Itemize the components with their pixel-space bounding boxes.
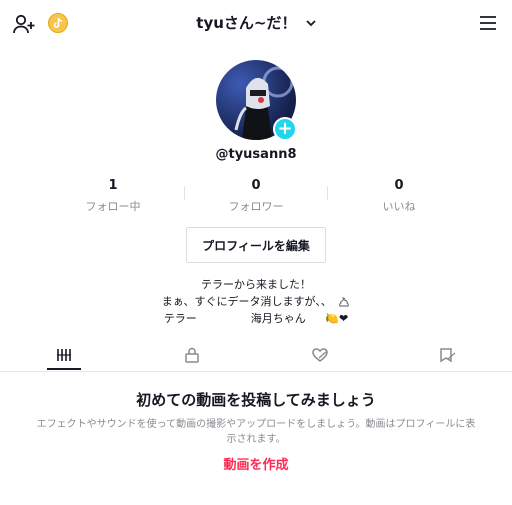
stat-divider [327,186,328,200]
edit-profile-button[interactable]: プロフィールを編集 [186,227,326,263]
menu-icon[interactable] [478,14,498,32]
stat-followers-count: 0 [251,178,261,193]
bio-line-3-a: テラー [163,312,197,325]
lock-icon [185,347,199,363]
stat-followers[interactable]: 0 フォロワー [186,178,326,214]
stat-following[interactable]: 1 フォロー中 [43,178,183,214]
stat-likes-label: いいね [382,200,416,213]
account-name: tyuさん~だ！ [196,14,297,32]
account-switcher[interactable]: tyuさん~だ！ [0,12,512,33]
chevron-down-icon [306,20,316,27]
stat-followers-label: フォロワー [228,200,284,213]
bookmark-icon [440,348,456,363]
stat-likes[interactable]: 0 いいね [329,178,469,214]
stat-likes-count: 0 [394,178,404,193]
add-avatar-button[interactable]: + [273,117,297,141]
tab-divider [0,371,512,372]
tab-saved[interactable] [431,343,465,367]
bio-line-2: まぁ、すぐにデータ消しますが、、 [0,293,512,310]
tab-active-indicator [47,368,81,370]
liked-hidden-icon [312,348,328,362]
empty-state-description: エフェクトやサウンドを使って動画の撮影やアップロードをしましょう。動画はプロフィ… [36,419,476,445]
tab-liked[interactable] [303,343,337,367]
create-video-link[interactable]: 動画を作成 [0,454,512,473]
stat-following-count: 1 [108,178,118,193]
bio[interactable]: テラーから来ました！ まぁ、すぐにデータ消しますが、、 テラー 海月ちゃん 🍋❤ [0,276,512,327]
bio-line-3-emoji: 🍋❤ [325,312,349,325]
bio-line-2-text: まぁ、すぐにデータ消しますが、、 [161,295,332,308]
bio-line-3: テラー 海月ちゃん 🍋❤ [0,310,512,327]
username: @tyusann8 [215,147,297,162]
bio-line-1: テラーから来ました！ [201,278,311,291]
videos-grid-icon [57,349,71,361]
empty-state-title: 初めての動画を投稿してみましょう [136,391,376,409]
tab-private[interactable] [175,343,209,367]
poop-emoji-icon [339,297,350,307]
tab-videos[interactable] [47,343,81,367]
stat-divider [184,186,185,200]
bio-line-3-b: 海月ちゃん [250,312,306,325]
stat-following-label: フォロー中 [85,200,141,213]
